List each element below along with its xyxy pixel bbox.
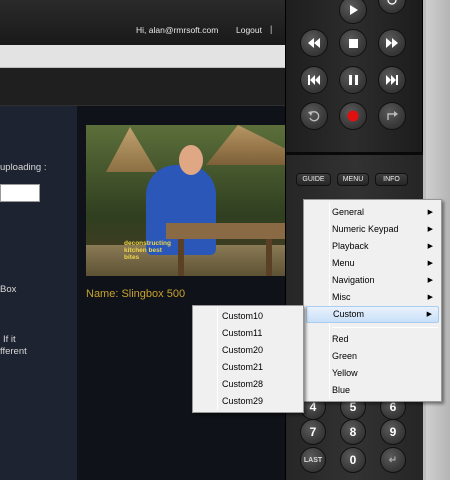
video-show-logo: deconstructing kitchen best bites	[124, 240, 171, 261]
menu-item-yellow[interactable]: Yellow	[306, 365, 439, 382]
logout-link[interactable]: Logout	[236, 25, 262, 35]
submenu-arrow-icon: ▶	[427, 243, 433, 250]
key-9[interactable]: 9	[380, 419, 406, 445]
record-icon	[347, 110, 359, 122]
menu-item-green[interactable]: Green	[306, 348, 439, 365]
screen: Hi, alan@rmrsoft.com Logout | uploading …	[0, 0, 450, 480]
menu-item-menu[interactable]: Menu ▶	[306, 255, 439, 272]
menu-item-label: Red	[332, 334, 349, 344]
menu-item-label: Numeric Keypad	[332, 224, 399, 234]
menu-separator	[332, 327, 438, 328]
submenu-arrow-icon: ▶	[427, 209, 433, 216]
menu-item-general[interactable]: General ▶	[306, 204, 439, 221]
menu-item-label: General	[332, 207, 365, 217]
menu-item-navigation[interactable]: Navigation ▶	[306, 272, 439, 289]
record-button[interactable]	[339, 102, 367, 130]
skip-ahead-icon	[386, 111, 398, 120]
menu-item-red[interactable]: Red	[306, 331, 439, 348]
nav-bar	[0, 68, 285, 106]
play-button[interactable]	[339, 0, 367, 24]
submenu-item-custom20[interactable]: Custom20	[195, 342, 301, 359]
replay-icon	[308, 111, 320, 122]
key-last[interactable]: LAST	[300, 447, 326, 473]
power-icon	[387, 0, 397, 5]
submenu-item-custom29[interactable]: Custom29	[195, 393, 301, 410]
menu-item-label: Yellow	[332, 368, 358, 378]
pause-button[interactable]	[339, 66, 367, 94]
menu-item-label: Custom	[333, 309, 365, 319]
fast-forward-button[interactable]	[378, 29, 406, 57]
power-button[interactable]	[378, 0, 406, 14]
grey-toolbar	[0, 45, 285, 68]
key-enter[interactable]: ↵	[380, 447, 406, 473]
key-0-label: 0	[349, 453, 357, 467]
info-button[interactable]: INFO	[375, 173, 408, 186]
replay-button[interactable]	[300, 102, 328, 130]
video-table-leg	[266, 239, 272, 276]
key-8-label: 8	[349, 425, 357, 439]
key-0[interactable]: 0	[340, 447, 366, 473]
key-last-label: LAST	[303, 456, 323, 464]
submenu-arrow-icon: ▶	[427, 294, 433, 301]
submenu-arrow-icon: ▶	[426, 311, 432, 318]
menu-item-misc[interactable]: Misc ▶	[306, 289, 439, 306]
enter-icon: ↵	[388, 454, 398, 466]
context-menu: General ▶ Numeric Keypad ▶ Playback ▶ Menu ▶…	[303, 199, 442, 402]
submenu-item-custom28[interactable]: Custom28	[195, 376, 301, 393]
submenu-item-custom10[interactable]: Custom10	[195, 308, 301, 325]
stop-button[interactable]	[339, 29, 367, 57]
menu-item-label: Misc	[332, 292, 351, 302]
submenu-arrow-icon: ▶	[427, 226, 433, 233]
skip-forward-icon	[386, 75, 398, 85]
menu-item-label: Menu	[332, 258, 355, 268]
rewind-icon	[308, 38, 320, 48]
pause-icon	[348, 75, 358, 85]
key-9-label: 9	[389, 425, 397, 439]
custom-submenu: Custom10 Custom11 Custom20 Custom21 Cust…	[192, 305, 304, 413]
guide-button[interactable]: GUIDE	[296, 173, 331, 186]
user-greeting: Hi, alan@rmrsoft.com	[136, 25, 219, 35]
key-6-label: 6	[389, 400, 397, 414]
skip-forward-button[interactable]	[378, 66, 406, 94]
menu-item-label: Blue	[332, 385, 351, 395]
skip-back-icon	[308, 75, 320, 85]
left-text-uploading: uploading :	[0, 162, 47, 173]
key-5-label: 5	[349, 400, 357, 414]
menu-item-label: Green	[332, 351, 358, 361]
menu-item-label: Navigation	[332, 275, 375, 285]
device-name: Name: Slingbox 500	[86, 288, 186, 300]
menu-item-playback[interactable]: Playback ▶	[306, 238, 439, 255]
menu-item-label: Playback	[332, 241, 369, 251]
key-4-label: 4	[309, 400, 317, 414]
submenu-arrow-icon: ▶	[427, 277, 433, 284]
menu-button[interactable]: MENU	[337, 173, 369, 186]
submenu-item-custom21[interactable]: Custom21	[195, 359, 301, 376]
left-text-if-it: If it	[3, 334, 16, 345]
key-7[interactable]: 7	[300, 419, 326, 445]
play-icon	[350, 5, 358, 15]
left-text-different: fferent	[0, 346, 27, 357]
menu-item-custom[interactable]: Custom ▶	[306, 306, 439, 323]
video-player[interactable]: deconstructing kitchen best bites	[86, 125, 285, 276]
header-separator: |	[270, 24, 273, 34]
video-table-leg	[178, 239, 184, 276]
submenu-item-custom11[interactable]: Custom11	[195, 325, 301, 342]
left-input-field[interactable]	[0, 184, 40, 202]
video-person-head	[179, 145, 203, 175]
key-7-label: 7	[309, 425, 317, 439]
rewind-button[interactable]	[300, 29, 328, 57]
key-8[interactable]: 8	[340, 419, 366, 445]
skip-ahead-button[interactable]	[378, 102, 406, 130]
fast-forward-icon	[386, 38, 398, 48]
menu-item-blue[interactable]: Blue	[306, 382, 439, 399]
skip-back-button[interactable]	[300, 66, 328, 94]
video-table	[166, 223, 285, 239]
menu-item-numeric-keypad[interactable]: Numeric Keypad ▶	[306, 221, 439, 238]
submenu-arrow-icon: ▶	[427, 260, 433, 267]
left-text-box: Box	[0, 284, 17, 295]
stop-icon	[348, 38, 358, 48]
